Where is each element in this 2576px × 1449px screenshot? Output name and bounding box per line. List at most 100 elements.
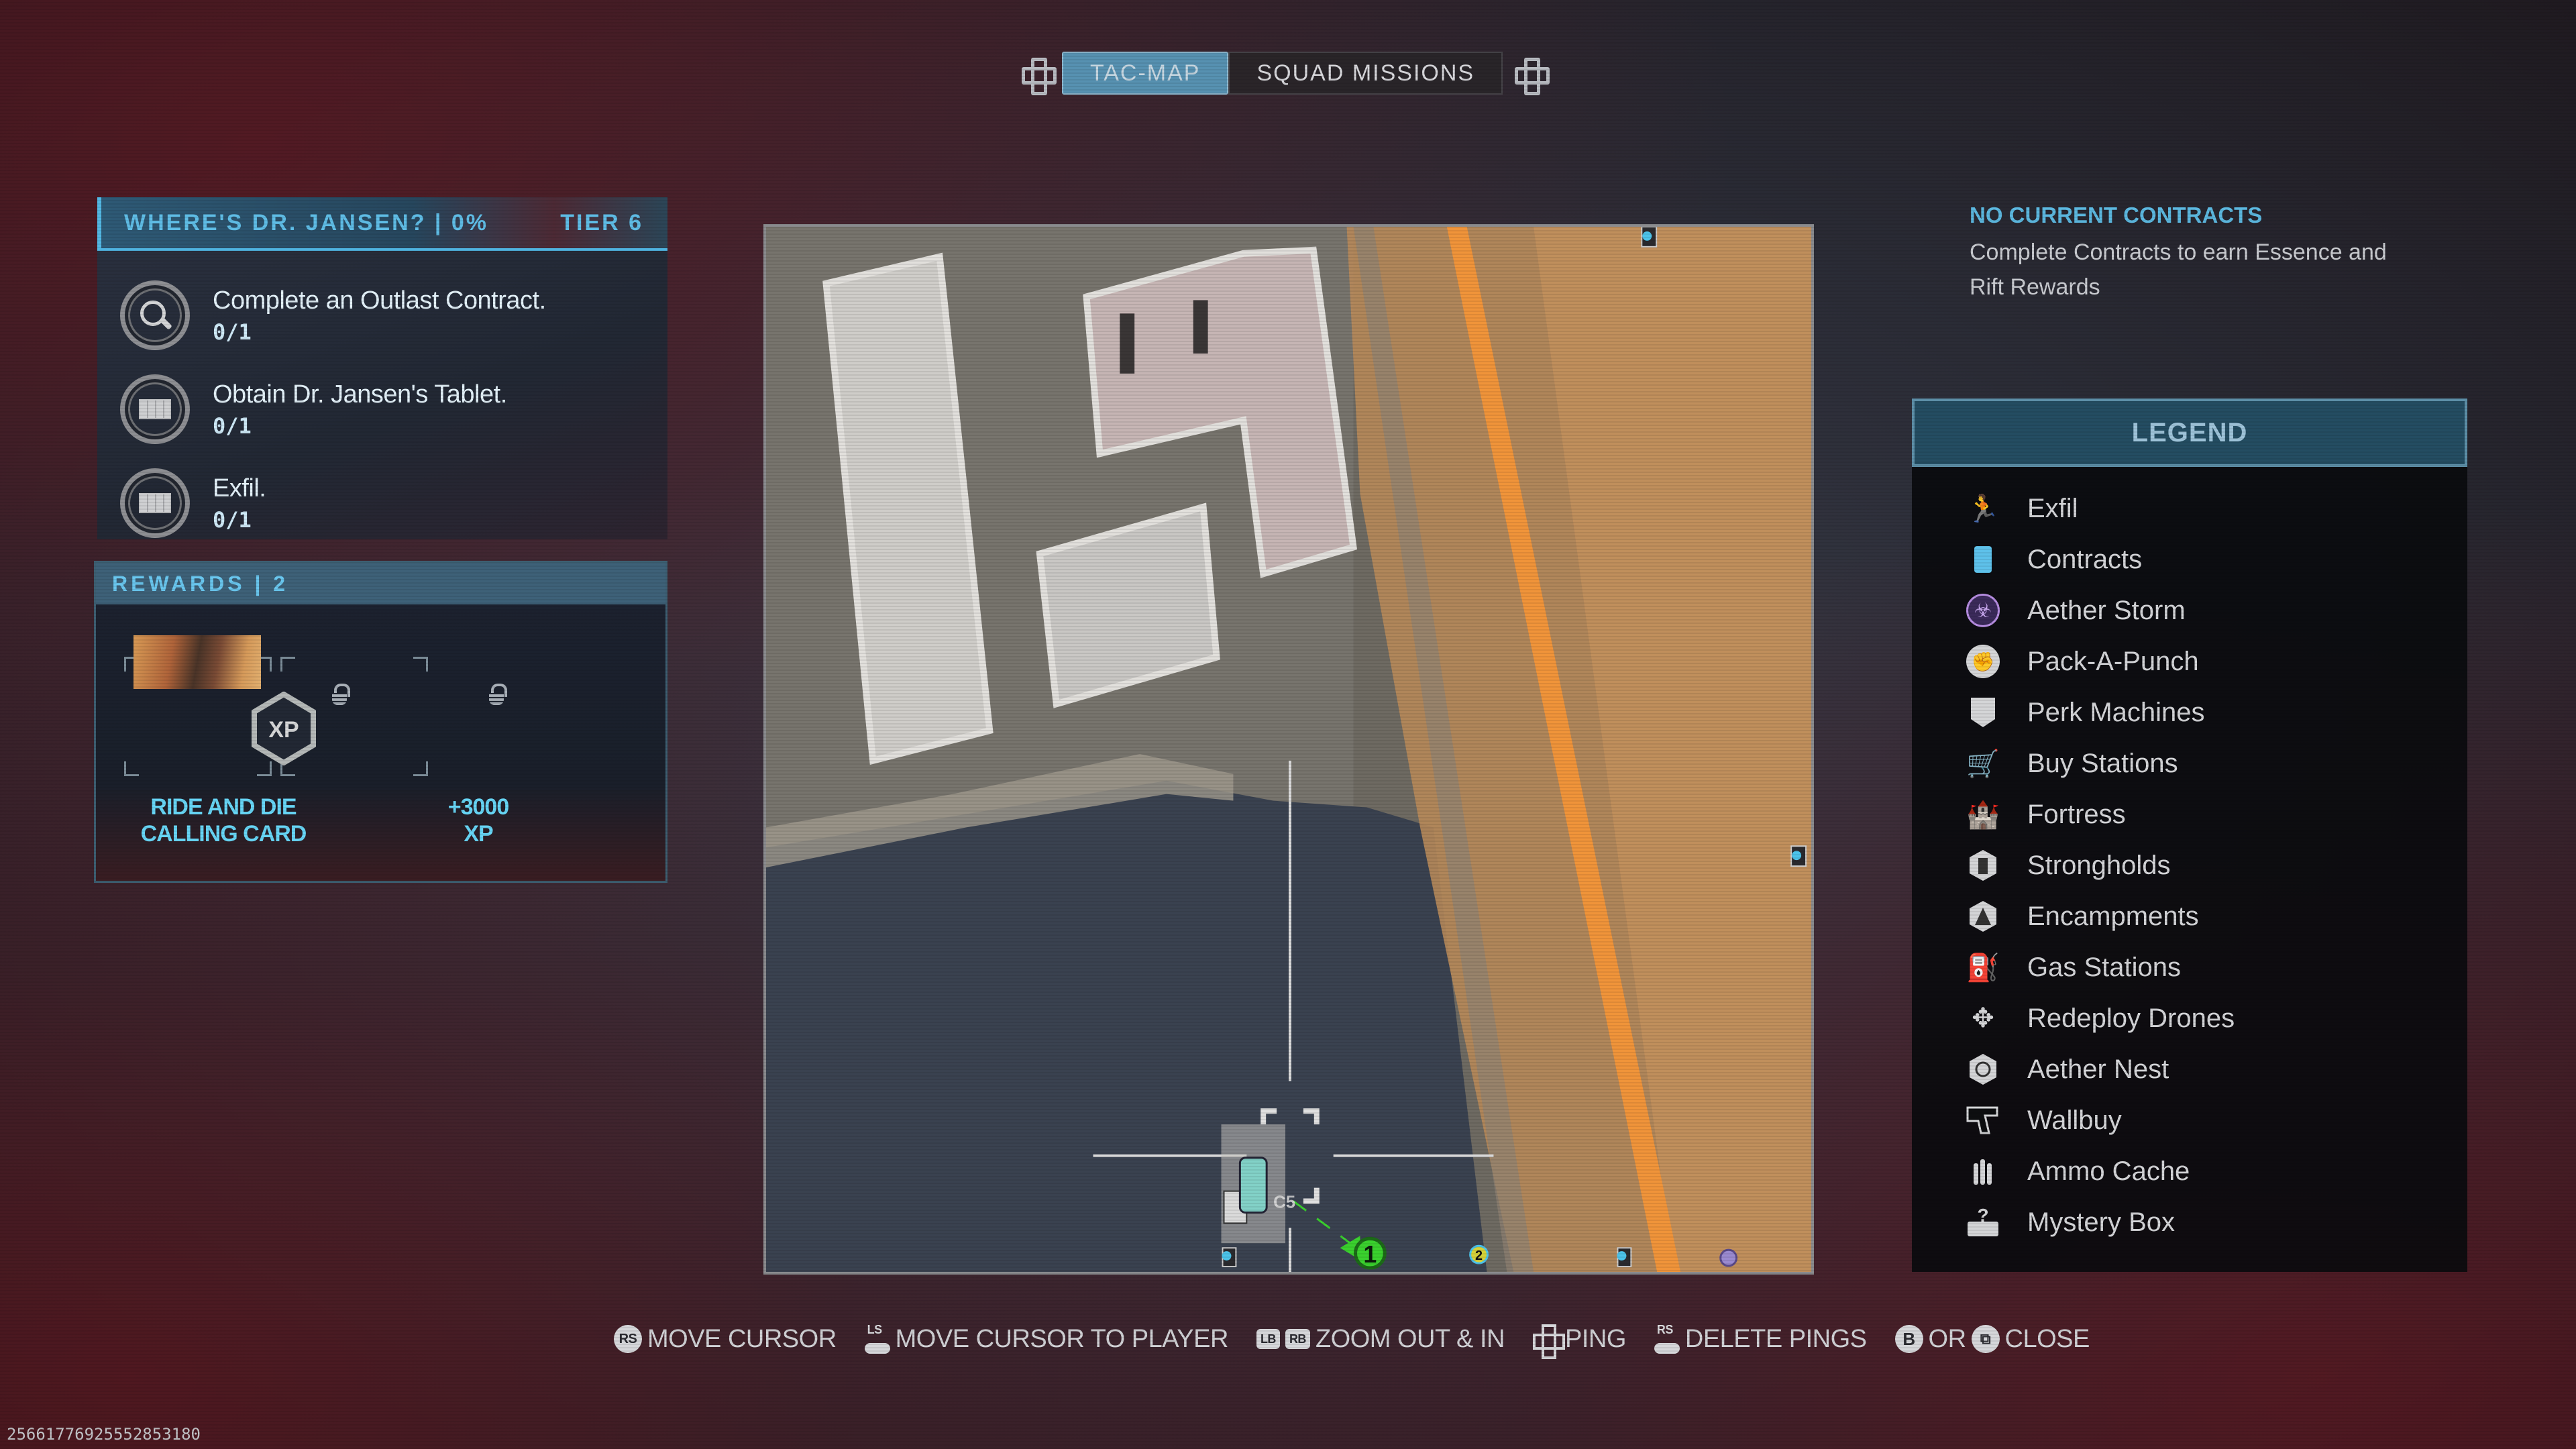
objective-item: Obtain Dr. Jansen's Tablet. 0/1 bbox=[120, 362, 667, 456]
legend-label: Exfil bbox=[2027, 493, 2078, 523]
squad-member-marker[interactable]: 2 bbox=[1469, 1244, 1489, 1265]
perk-machine-icon bbox=[1966, 695, 2000, 730]
fortress-icon: 🏰 bbox=[1966, 800, 2000, 830]
gas-station-icon: ⛽ bbox=[1966, 953, 2000, 983]
control-move-cursor-to-player[interactable]: LS MOVE CURSOR TO PLAYER bbox=[864, 1323, 1229, 1354]
top-tab-bar: TAC-MAP SQUAD MISSIONS bbox=[1010, 51, 1555, 95]
ls-stick-icon: LS bbox=[864, 1323, 890, 1354]
reward-label-line: +3000 bbox=[447, 794, 510, 820]
contracts-description: Complete Contracts to earn Essence and R… bbox=[1970, 239, 2387, 300]
control-joiner: OR bbox=[1928, 1324, 1967, 1353]
objective-item: Complete an Outlast Contract. 0/1 bbox=[120, 268, 667, 362]
legend-label: Aether Nest bbox=[2027, 1054, 2169, 1084]
reward-label-xp: +3000 XP bbox=[411, 794, 545, 847]
control-label: ZOOM OUT & IN bbox=[1315, 1324, 1505, 1353]
legend-list: 🏃 Exfil Contracts ☣ Aether Storm ✊ Pack-A-P… bbox=[1912, 467, 2467, 1248]
objective-icon-ring bbox=[120, 280, 190, 350]
legend-item: Ammo Cache bbox=[1912, 1146, 2467, 1197]
legend-item: 🏰 Fortress bbox=[1912, 789, 2467, 840]
legend-item: Strongholds bbox=[1912, 840, 2467, 891]
mission-title: WHERE'S DR. JANSEN? | 0% bbox=[124, 209, 489, 235]
control-delete-pings[interactable]: RS DELETE PINGS bbox=[1654, 1323, 1867, 1354]
legend-label: Perk Machines bbox=[2027, 697, 2205, 727]
exfil-edge-marker[interactable] bbox=[1222, 1247, 1237, 1268]
exfil-edge-marker[interactable] bbox=[1790, 845, 1807, 867]
objective-title: Exfil. bbox=[213, 474, 266, 502]
legend-item: ☣ Aether Storm bbox=[1912, 585, 2467, 636]
aether-storm-icon: ☣ bbox=[1966, 593, 2000, 628]
map-water bbox=[766, 780, 1487, 1272]
contracts-heading: NO CURRENT CONTRACTS bbox=[1970, 203, 2263, 227]
map-canvas[interactable]: C5 1 2 bbox=[766, 227, 1811, 1272]
objective-icon-ring bbox=[120, 374, 190, 444]
contracts-icon bbox=[1966, 542, 2000, 577]
lb-button-icon: LB bbox=[1256, 1329, 1280, 1349]
legend-label: Contracts bbox=[2027, 544, 2143, 574]
controls-bar: RS MOVE CURSOR LS MOVE CURSOR TO PLAYER … bbox=[614, 1323, 2090, 1359]
player-contract-marker[interactable]: C5 bbox=[1221, 1124, 1296, 1244]
legend-label: Encampments bbox=[2027, 901, 2199, 931]
mission-header: WHERE'S DR. JANSEN? | 0% TIER 6 bbox=[97, 197, 667, 251]
lock-icon bbox=[489, 684, 507, 706]
legend-item: ⛽ Gas Stations bbox=[1912, 942, 2467, 993]
control-close[interactable]: B OR ⧉ CLOSE bbox=[1894, 1324, 2090, 1354]
grid-label: C5 bbox=[1273, 1193, 1295, 1212]
encampment-icon bbox=[1966, 899, 2000, 934]
legend-label: Buy Stations bbox=[2027, 748, 2178, 778]
legend-label: Fortress bbox=[2027, 799, 2126, 829]
reward-label-calling-card: RIDE AND DIE CALLING CARD bbox=[123, 794, 324, 847]
legend-item: Encampments bbox=[1912, 891, 2467, 942]
buy-station-icon: 🛒 bbox=[1966, 749, 2000, 779]
build-id: 25661776925552853180 bbox=[7, 1425, 201, 1444]
dpad-left-icon[interactable] bbox=[1022, 58, 1057, 95]
ammo-cache-icon bbox=[1966, 1154, 2000, 1189]
legend-item: 🏃 Exfil bbox=[1912, 483, 2467, 534]
crate-icon bbox=[139, 399, 171, 419]
exfil-edge-marker[interactable] bbox=[1641, 227, 1658, 248]
map-roof-detail bbox=[1120, 313, 1135, 374]
control-label: PING bbox=[1564, 1324, 1626, 1353]
rb-button-icon: RB bbox=[1285, 1329, 1310, 1349]
control-ping[interactable]: PING bbox=[1532, 1324, 1626, 1359]
b-button-icon: B bbox=[1894, 1325, 1923, 1353]
mystery-box-icon: ? bbox=[1966, 1205, 2000, 1240]
objective-progress: 0/1 bbox=[213, 413, 252, 439]
stick-label: LS bbox=[867, 1323, 883, 1336]
crate-icon bbox=[139, 493, 171, 513]
tac-map[interactable]: C5 1 2 bbox=[763, 224, 1814, 1275]
reward-label-line: RIDE AND DIE bbox=[150, 794, 297, 820]
control-zoom[interactable]: LB RB ZOOM OUT & IN bbox=[1256, 1325, 1505, 1354]
objective-progress: 0/1 bbox=[213, 319, 252, 345]
stick-label: RS bbox=[1656, 1323, 1674, 1336]
ping-number: 1 bbox=[1363, 1241, 1377, 1268]
objective-list: Complete an Outlast Contract. 0/1 Obtain… bbox=[97, 251, 667, 550]
objective-title: Obtain Dr. Jansen's Tablet. bbox=[213, 380, 507, 409]
rs-stick-icon: RS bbox=[1654, 1323, 1680, 1354]
squad-number: 2 bbox=[1475, 1248, 1483, 1263]
tab-tac-map[interactable]: TAC-MAP bbox=[1062, 52, 1229, 95]
legend-label: Pack-A-Punch bbox=[2027, 646, 2199, 676]
control-label: DELETE PINGS bbox=[1684, 1324, 1867, 1353]
objective-item: Exfil. 0/1 bbox=[120, 456, 667, 550]
view-button-icon: ⧉ bbox=[1971, 1325, 2000, 1353]
dpad-right-icon[interactable] bbox=[1515, 58, 1550, 95]
objective-progress: 0/1 bbox=[213, 506, 252, 533]
objective-title: Complete an Outlast Contract. bbox=[213, 286, 546, 315]
rs-button-icon: RS bbox=[614, 1325, 642, 1353]
legend-item: ? Mystery Box bbox=[1912, 1197, 2467, 1248]
mission-panel: WHERE'S DR. JANSEN? | 0% TIER 6 Complete… bbox=[97, 197, 667, 539]
legend-item: Perk Machines bbox=[1912, 687, 2467, 738]
svg-text:?: ? bbox=[1977, 1207, 1988, 1226]
legend-item: ✊ Pack-A-Punch bbox=[1912, 636, 2467, 687]
tab-squad-missions[interactable]: SQUAD MISSIONS bbox=[1228, 52, 1503, 95]
legend-item: Wallbuy bbox=[1912, 1095, 2467, 1146]
control-move-cursor[interactable]: RS MOVE CURSOR bbox=[614, 1325, 837, 1354]
legend-label: Aether Storm bbox=[2027, 595, 2186, 625]
legend-item: 🛒 Buy Stations bbox=[1912, 738, 2467, 789]
control-label: MOVE CURSOR TO PLAYER bbox=[895, 1324, 1229, 1353]
aether-storm-edge-marker[interactable] bbox=[1719, 1248, 1738, 1267]
wallbuy-icon bbox=[1966, 1103, 2000, 1138]
exfil-edge-marker[interactable] bbox=[1617, 1247, 1632, 1268]
reward-label-line: CALLING CARD bbox=[140, 821, 307, 847]
aether-nest-icon bbox=[1966, 1052, 2000, 1087]
